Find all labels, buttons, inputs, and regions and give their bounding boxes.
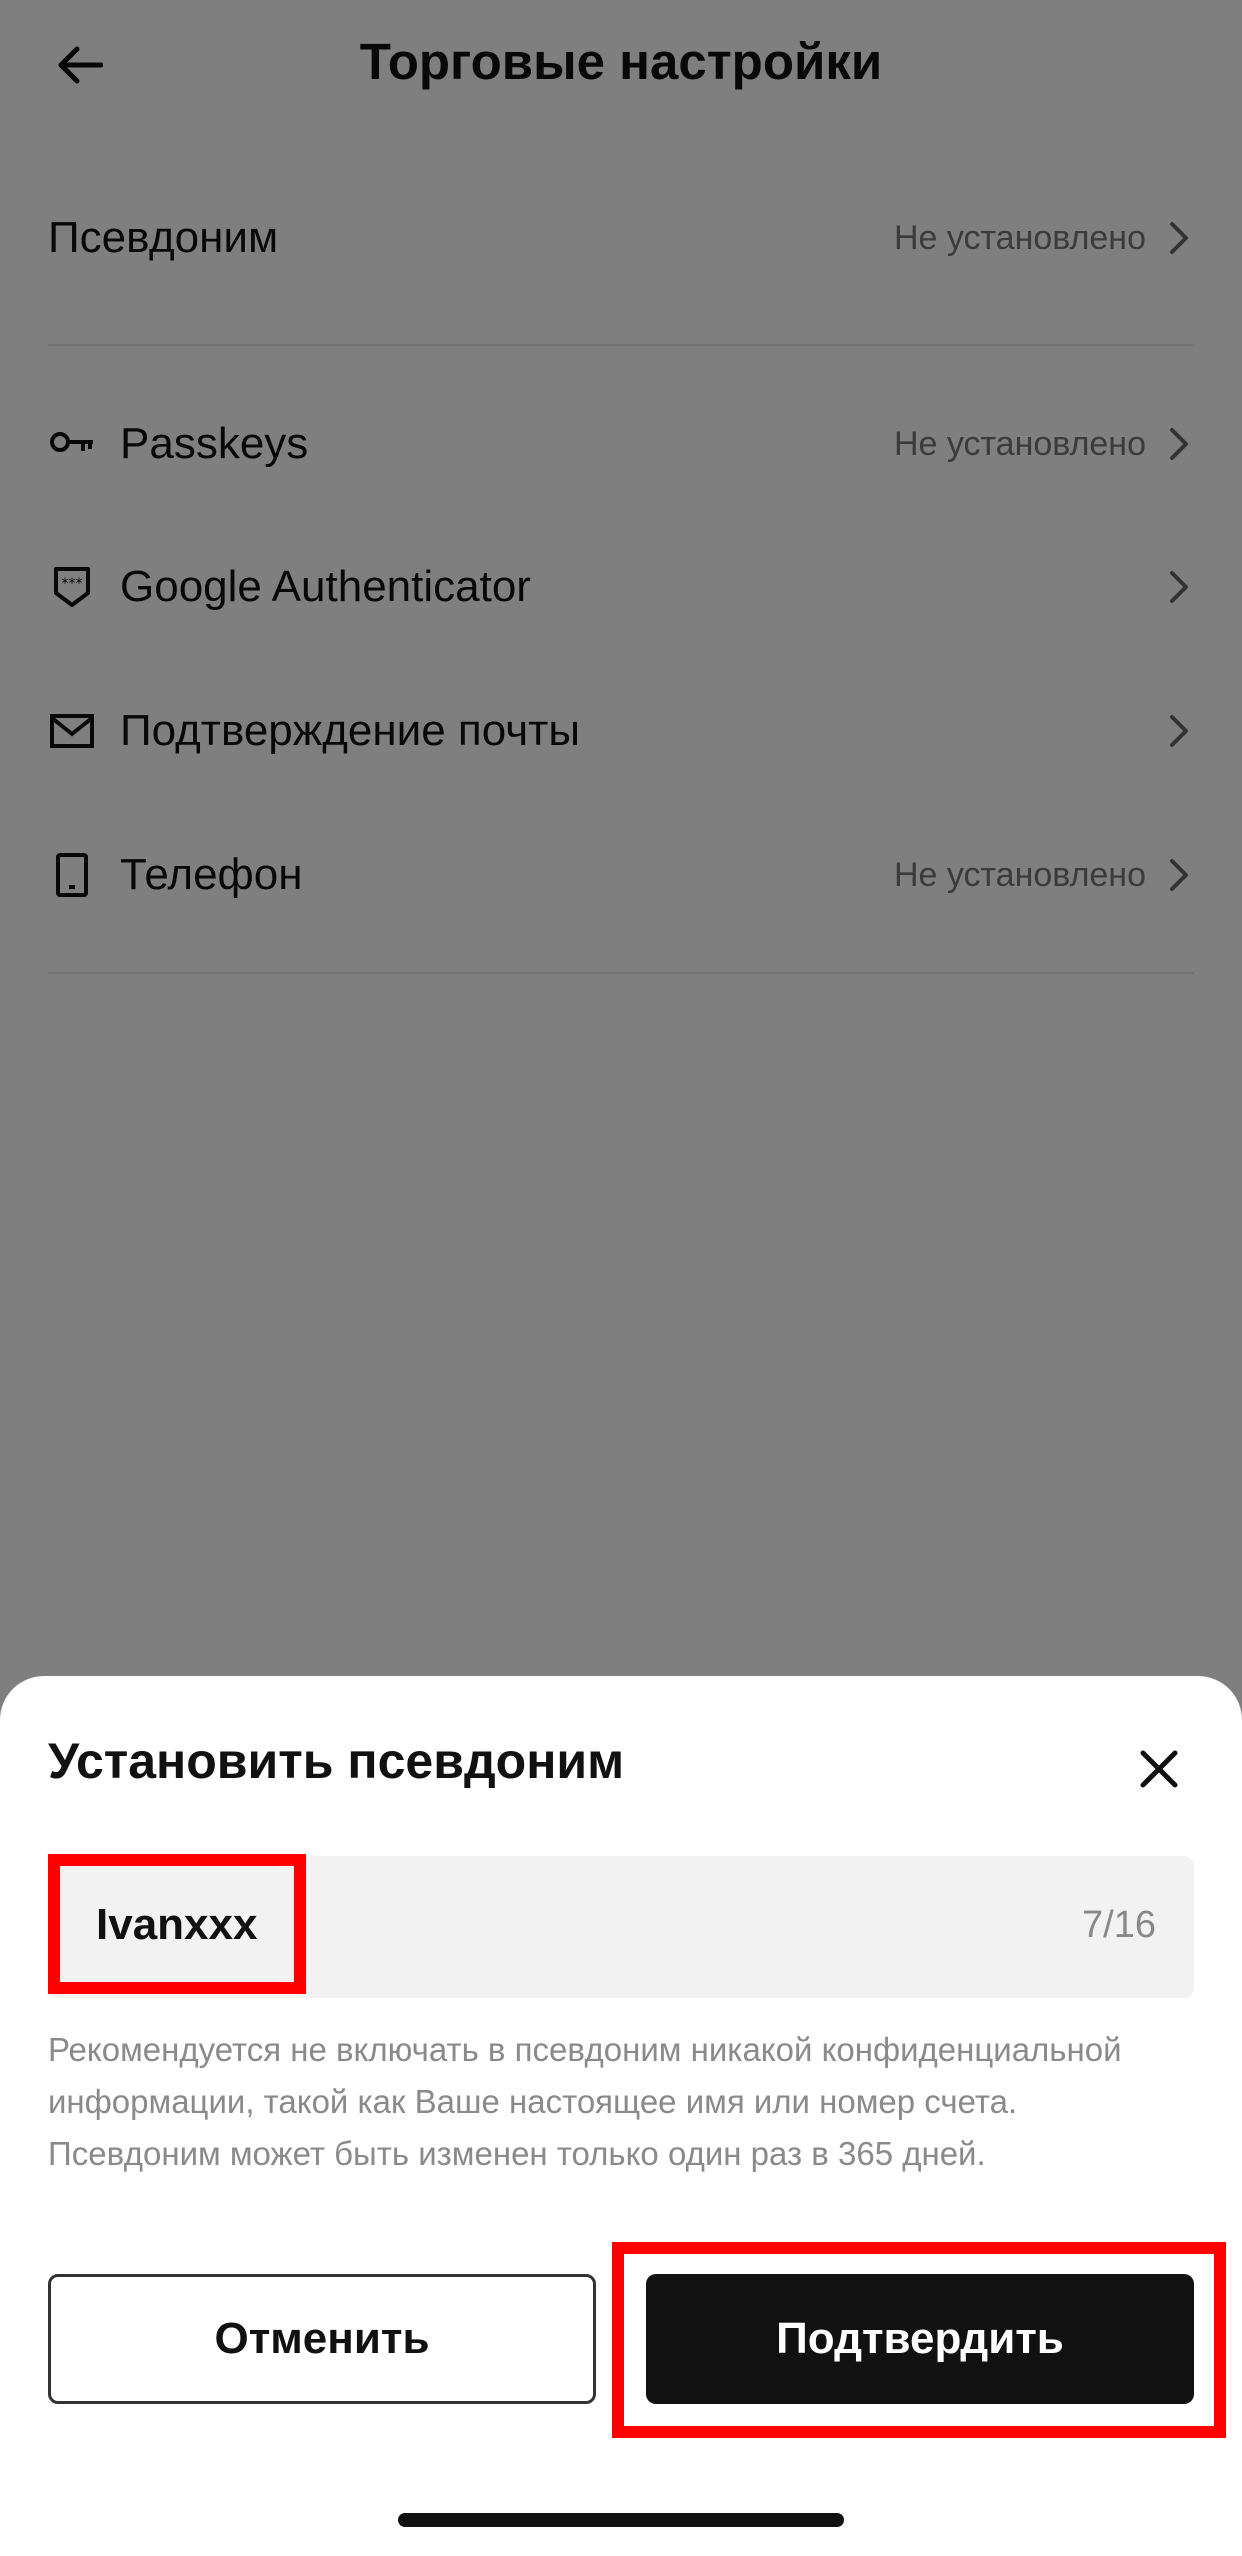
pseudonym-input[interactable]: Ivanxxx 7/16 [48, 1856, 1194, 1998]
home-indicator[interactable] [398, 2513, 844, 2527]
close-button[interactable] [1124, 1734, 1194, 1804]
close-icon [1140, 1750, 1178, 1788]
character-counter: 7/16 [1082, 1904, 1156, 1946]
confirm-button[interactable]: Подтвердить [646, 2274, 1194, 2404]
cancel-button[interactable]: Отменить [48, 2274, 596, 2404]
screen: Торговые настройки Псевдоним Не установл… [0, 0, 1242, 2556]
sheet-title: Установить псевдоним [48, 1733, 625, 1789]
bottom-sheet: Установить псевдоним Ivanxxx 7/16 Рекоме… [0, 1676, 1242, 2556]
pseudonym-input-value: Ivanxxx [96, 1900, 258, 1949]
pseudonym-hint: Рекомендуется не включать в псевдоним ни… [48, 2031, 1122, 2172]
